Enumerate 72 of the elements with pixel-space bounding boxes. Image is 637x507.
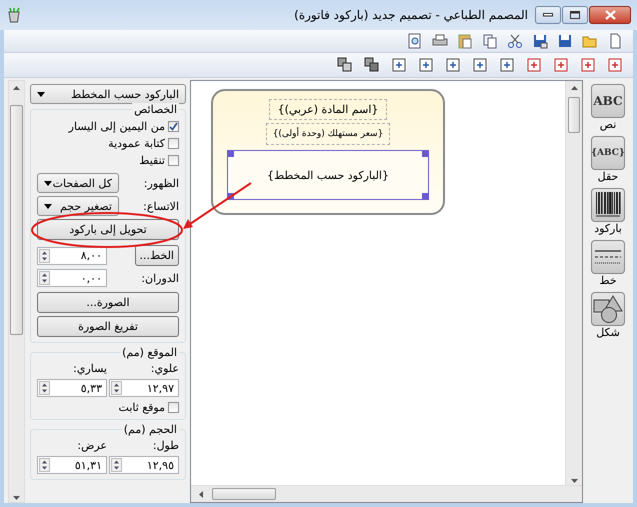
- spinner-icon[interactable]: [39, 271, 50, 285]
- number-field[interactable]: ١٢,٩٧: [109, 379, 179, 397]
- spinner-icon[interactable]: [39, 458, 50, 472]
- field-label: الدوران:: [141, 272, 179, 284]
- scroll-left-icon[interactable]: [197, 490, 206, 498]
- scissors-icon[interactable]: [507, 33, 523, 49]
- annotation-arrow: [183, 182, 252, 229]
- print-preview-icon[interactable]: [407, 33, 423, 49]
- clear-image-button[interactable]: تفريغ الصورة: [37, 316, 179, 337]
- group-title: الموقع (مم): [120, 346, 179, 359]
- save-icon[interactable]: [557, 33, 573, 49]
- maximize-button[interactable]: [562, 6, 588, 24]
- checkbox-label: من اليمين إلى اليسار: [68, 120, 165, 132]
- bring-front-icon[interactable]: [337, 57, 353, 73]
- checkbox[interactable]: [168, 138, 179, 148]
- field-label: الظهور:: [144, 176, 179, 190]
- field-label: علوي:: [150, 362, 179, 375]
- checkbox-label: تنقيط: [139, 154, 165, 166]
- close-icon: [604, 10, 616, 20]
- scroll-thumb[interactable]: [10, 105, 23, 335]
- spinner-icon[interactable]: [39, 381, 50, 395]
- close-button[interactable]: [589, 6, 631, 24]
- field-label: الاتساع:: [143, 200, 179, 212]
- dropdown[interactable]: تصغير حجم: [37, 196, 119, 216]
- number-field[interactable]: ٥,٣٣: [37, 379, 107, 397]
- scroll-up-icon[interactable]: [570, 84, 578, 93]
- scroll-down-icon[interactable]: [12, 493, 21, 502]
- minimize-icon: [543, 13, 553, 17]
- text-field-element[interactable]: {اسم المادة (عربي)}: [268, 99, 388, 120]
- app-icon: [6, 7, 22, 23]
- convert-button[interactable]: تحويل إلى باركود: [37, 219, 179, 240]
- scrollbar[interactable]: [191, 485, 582, 502]
- dropdown[interactable]: الباركود حسب المخطط: [30, 84, 186, 104]
- checkbox[interactable]: [168, 154, 179, 166]
- scroll-up-icon[interactable]: [12, 84, 21, 93]
- send-back-icon[interactable]: [364, 57, 380, 73]
- group-title: الخصائص: [132, 103, 179, 116]
- checkbox[interactable]: [168, 120, 179, 132]
- barcode-element[interactable]: {الباركود حسب المخطط}: [227, 150, 429, 200]
- number-field[interactable]: ٥١,٣١: [37, 456, 107, 474]
- text-field-element[interactable]: {سعر مستهلك (وحدة أولى)}: [266, 123, 390, 145]
- number-field[interactable]: ٠,٠٠: [37, 269, 107, 287]
- field-label: يساري:: [72, 362, 107, 375]
- scroll-thumb[interactable]: [212, 488, 276, 500]
- window-title: المصمم الطباعي - تصميم جديد (باركود فاتورة): [294, 8, 528, 22]
- field-label: طول:: [152, 439, 179, 452]
- checkbox[interactable]: [168, 402, 179, 412]
- scrollbar[interactable]: [565, 81, 582, 485]
- image-button[interactable]: الصورة...: [37, 292, 179, 313]
- font-button[interactable]: الخط...: [134, 245, 179, 266]
- scrollbar[interactable]: [8, 80, 25, 503]
- scroll-thumb[interactable]: [568, 97, 580, 133]
- dropdown[interactable]: كل الصفحات: [37, 173, 119, 193]
- checkbox-label: موقع ثابت: [118, 400, 165, 414]
- paste-icon[interactable]: [457, 33, 473, 49]
- barcode-icon: [595, 191, 621, 219]
- caret-icon: [44, 204, 52, 208]
- copy-icon[interactable]: [482, 33, 498, 49]
- minimize-button[interactable]: [535, 6, 561, 24]
- caret-icon: [37, 92, 45, 96]
- spinner-icon[interactable]: [111, 381, 122, 395]
- maximize-icon: [570, 11, 580, 19]
- shapes-icon: [593, 294, 623, 324]
- number-field[interactable]: ١٢,٩٥: [109, 456, 179, 474]
- caret-icon: [44, 180, 52, 186]
- field-label: عرض:: [76, 439, 107, 452]
- group-title: الحجم (مم): [122, 423, 179, 436]
- checkbox-label: كتابة عمودية: [108, 136, 165, 150]
- spinner-icon[interactable]: [39, 248, 50, 262]
- number-field[interactable]: ٨,٠٠: [37, 246, 107, 264]
- save-as-icon[interactable]: [532, 33, 548, 49]
- spinner-icon[interactable]: [111, 458, 122, 472]
